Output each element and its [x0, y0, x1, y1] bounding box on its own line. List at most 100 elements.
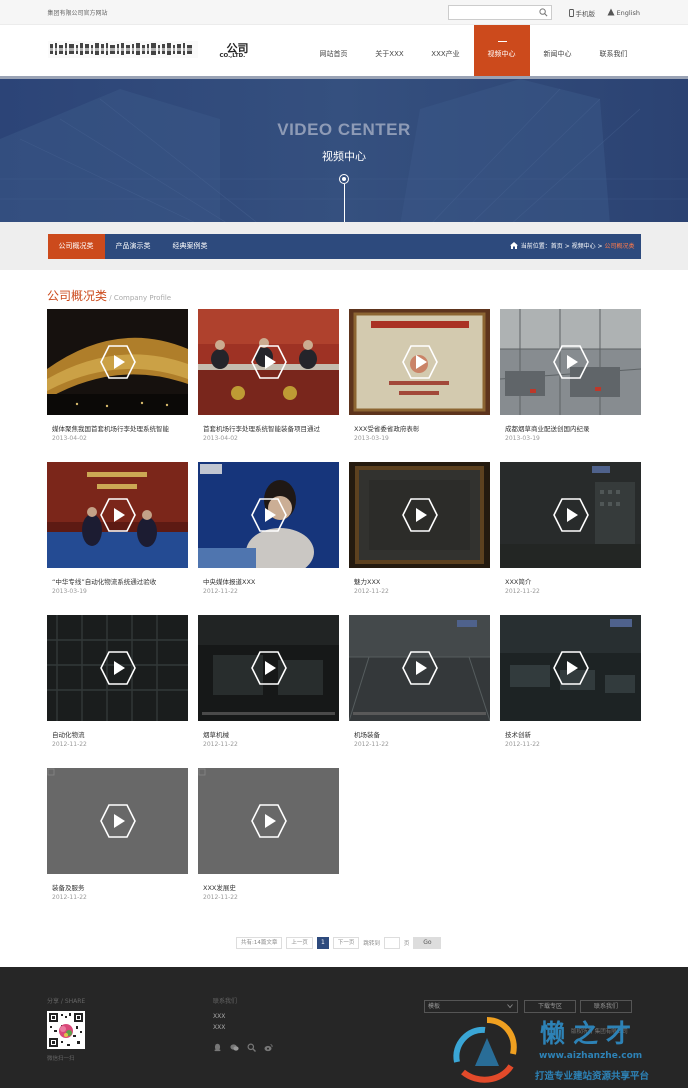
video-thumbnail[interactable]	[47, 462, 188, 568]
video-card[interactable]: XXX受省委省政府表彰 2013-03-19	[349, 309, 490, 449]
zoom-search-icon[interactable]	[247, 1043, 256, 1052]
video-card[interactable]: “中华专线”自动化物流系统通过验收 2013-03-19	[47, 462, 188, 602]
company-logo[interactable]: 公司 CO.,LTD.	[47, 39, 250, 61]
nav-home[interactable]: 网站首页	[306, 25, 362, 76]
play-icon[interactable]	[100, 804, 136, 838]
pagination-next[interactable]: 下一页	[332, 937, 360, 949]
footer-contact-line-2: XXX	[213, 1024, 226, 1031]
video-thumbnail[interactable]	[198, 309, 339, 415]
play-icon[interactable]	[553, 345, 589, 379]
video-title[interactable]: 机场装备	[354, 729, 487, 739]
video-title[interactable]: 自动化物流	[52, 729, 185, 739]
play-icon[interactable]	[251, 345, 287, 379]
play-icon[interactable]	[251, 498, 287, 532]
video-title[interactable]: 首套机场行李处理系统智能装备项目通过	[203, 423, 336, 433]
pagination-current-page[interactable]: 1	[316, 937, 329, 949]
video-thumbnail[interactable]	[500, 309, 641, 415]
pagination-page-input[interactable]	[383, 937, 400, 949]
download-button[interactable]: 下载专区	[524, 1000, 576, 1013]
video-card[interactable]: 装备及服务 2012-11-22	[47, 768, 188, 908]
contact-us-button[interactable]: 联系我们	[580, 1000, 632, 1013]
video-title[interactable]: 中央媒体报道XXX	[203, 576, 336, 586]
video-thumbnail[interactable]	[349, 615, 490, 721]
video-date: 2012-11-22	[52, 741, 87, 748]
play-icon[interactable]	[402, 498, 438, 532]
video-card[interactable]: 成都烟草商业配送创国内纪录 2013-03-19	[500, 309, 641, 449]
phone-icon	[568, 9, 574, 17]
english-link[interactable]: English	[607, 8, 640, 17]
wechat-icon[interactable]	[230, 1043, 239, 1052]
play-icon[interactable]	[402, 651, 438, 685]
breadcrumb-home[interactable]: 首页	[551, 243, 563, 250]
video-card[interactable]: 机场装备 2012-11-22	[349, 615, 490, 755]
video-title[interactable]: XXX受省委省政府表彰	[354, 423, 487, 433]
video-card[interactable]: XXX发展史 2012-11-22	[198, 768, 339, 908]
qr-graphic	[47, 1011, 85, 1049]
video-card[interactable]: 媒体聚焦我国首套机场行李处理系统智能 2013-04-02	[47, 309, 188, 449]
pagination-page-unit: 页	[403, 941, 410, 947]
video-title[interactable]: 媒体聚焦我国首套机场行李处理系统智能	[52, 423, 185, 433]
video-card[interactable]: 魅力XXX 2012-11-22	[349, 462, 490, 602]
video-thumbnail[interactable]	[47, 309, 188, 415]
video-card[interactable]: XXX简介 2012-11-22	[500, 462, 641, 602]
search-input[interactable]	[447, 5, 552, 20]
video-title[interactable]: XXX简介	[505, 576, 638, 586]
video-thumbnail[interactable]	[349, 462, 490, 568]
nav-industry[interactable]: XXX产业	[418, 25, 474, 76]
pagination-prev[interactable]: 上一页	[286, 937, 313, 949]
video-thumbnail[interactable]	[198, 462, 339, 568]
video-card[interactable]: 自动化物流 2012-11-22	[47, 615, 188, 755]
play-icon[interactable]	[251, 804, 287, 838]
video-card[interactable]: 烟草机械 2012-11-22	[198, 615, 339, 755]
english-label: English	[616, 9, 640, 17]
video-title[interactable]: 成都烟草商业配送创国内纪录	[505, 423, 638, 433]
breadcrumb-video-center[interactable]: 视频中心	[572, 243, 596, 250]
subtab-classic-cases[interactable]: 经典案例类	[162, 234, 219, 259]
subtab-product-demo[interactable]: 产品演示类	[105, 234, 162, 259]
video-thumbnail[interactable]	[47, 768, 188, 874]
video-title[interactable]: 烟草机械	[203, 729, 336, 739]
wechat-qr-code	[47, 1011, 85, 1049]
video-grid: 媒体聚焦我国首套机场行李处理系统智能 2013-04-02 首套机场行李处理系统智能…	[47, 309, 641, 909]
subtab-company-profile[interactable]: 公司概况类	[47, 234, 105, 259]
video-date: 2012-11-22	[203, 741, 238, 748]
video-thumbnail[interactable]	[500, 462, 641, 568]
video-title[interactable]: 魅力XXX	[354, 576, 487, 586]
play-icon[interactable]	[402, 345, 438, 379]
video-title[interactable]: XXX发展史	[203, 882, 336, 892]
nav-news[interactable]: 新闻中心	[530, 25, 586, 76]
video-thumbnail[interactable]	[500, 615, 641, 721]
footer-contact-label: 联系我们	[213, 998, 238, 1005]
video-title[interactable]: 装备及服务	[52, 882, 185, 892]
video-title[interactable]: 技术创新	[505, 729, 638, 739]
breadcrumb-current: 公司概况类	[604, 243, 635, 250]
play-icon[interactable]	[553, 498, 589, 532]
video-card[interactable]: 技术创新 2012-11-22	[500, 615, 641, 755]
nav-about[interactable]: 关于XXX	[362, 25, 418, 76]
header: 公司 CO.,LTD. 网站首页 关于XXX XXX产业 视频中心 新闻中心 联…	[0, 25, 688, 76]
nav-contact[interactable]: 联系我们	[586, 25, 642, 76]
watermark-logo-icon	[453, 1017, 517, 1083]
video-thumbnail[interactable]	[47, 615, 188, 721]
video-card[interactable]: 首套机场行李处理系统智能装备项目通过 2013-04-02	[198, 309, 339, 449]
video-card[interactable]: 中央媒体报道XXX 2012-11-22	[198, 462, 339, 602]
play-icon[interactable]	[100, 651, 136, 685]
site-watermark: 懒之才 www.aizhanzhe.com 打造专业建站资源共享平台	[445, 1014, 688, 1088]
pagination-jump-label: 跳转到	[363, 941, 380, 947]
search-icon[interactable]	[538, 8, 548, 17]
weibo-icon[interactable]	[264, 1043, 273, 1052]
video-date: 2012-11-22	[354, 741, 389, 748]
video-title[interactable]: “中华专线”自动化物流系统通过验收	[52, 576, 185, 586]
play-icon[interactable]	[553, 651, 589, 685]
footer-link-select[interactable]: 模板	[424, 1000, 518, 1013]
video-thumbnail[interactable]	[198, 615, 339, 721]
mobile-version-link[interactable]: 手机版	[568, 8, 595, 18]
video-thumbnail[interactable]	[198, 768, 339, 874]
qq-icon[interactable]	[213, 1043, 222, 1052]
nav-video-center[interactable]: 视频中心	[473, 25, 530, 76]
play-icon[interactable]	[100, 498, 136, 532]
video-thumbnail[interactable]	[349, 309, 490, 415]
play-icon[interactable]	[251, 651, 287, 685]
play-icon[interactable]	[100, 345, 136, 379]
pagination-go-button[interactable]: Go	[413, 937, 442, 949]
